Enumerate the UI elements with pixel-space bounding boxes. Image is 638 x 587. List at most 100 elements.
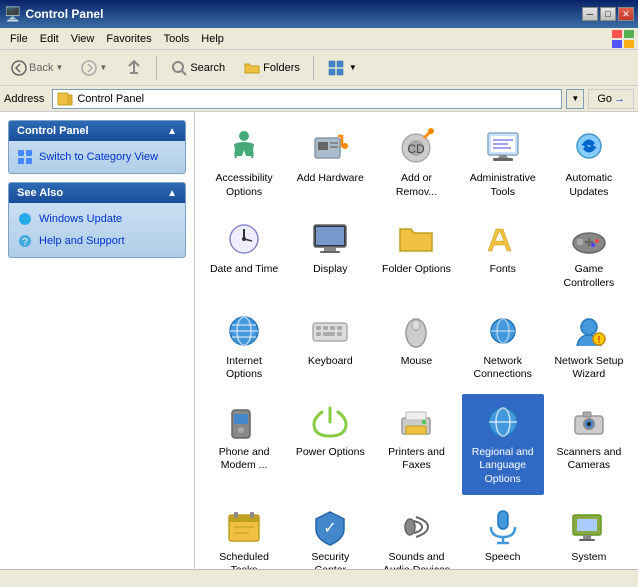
address-dropdown[interactable]: ▼ — [566, 89, 584, 109]
sidebar-section-title-cp: Control Panel — [17, 125, 89, 137]
mouse-icon — [396, 311, 436, 351]
icon-item-speech[interactable]: Speech — [462, 499, 544, 569]
address-value: Control Panel — [77, 93, 144, 105]
close-button[interactable]: ✕ — [618, 7, 634, 21]
search-label: Search — [190, 62, 225, 74]
game-controllers-label: Game Controllers — [554, 263, 624, 290]
game-controllers-icon — [569, 219, 609, 259]
go-arrow: → — [614, 93, 625, 105]
address-input[interactable]: Control Panel — [52, 89, 562, 109]
icon-item-accessibility[interactable]: Accessibility Options — [203, 120, 285, 207]
sidebar-section-control-panel: Control Panel ▲ Switch to Category View — [8, 120, 186, 174]
icon-item-sounds-audio[interactable]: Sounds and Audio Devices — [375, 499, 457, 569]
icon-item-scanners-cameras[interactable]: Scanners and Cameras — [548, 394, 630, 495]
speech-label: Speech — [485, 551, 521, 565]
admin-tools-icon — [483, 128, 523, 168]
sidebar-link-category-view[interactable]: Switch to Category View — [17, 147, 177, 167]
minimize-button[interactable]: ─ — [582, 7, 598, 21]
icon-item-printers-faxes[interactable]: Printers and Faxes — [375, 394, 457, 495]
search-button[interactable]: Search — [163, 54, 232, 82]
main-layout: Control Panel ▲ Switch to Category View — [0, 112, 638, 569]
icon-item-game-controllers[interactable]: Game Controllers — [548, 211, 630, 298]
sidebar-section-content-seealso: 🌐 Windows Update ? Help and Support — [9, 203, 185, 257]
icon-item-scheduled-tasks[interactable]: Scheduled Tasks — [203, 499, 285, 569]
keyboard-label: Keyboard — [308, 355, 353, 369]
admin-tools-label: Administrative Tools — [468, 172, 538, 199]
regional-lang-label: Regional and Language Options — [468, 446, 538, 487]
internet-options-icon — [224, 311, 264, 351]
window-title: Control Panel — [25, 7, 103, 21]
network-connections-label: Network Connections — [468, 355, 538, 382]
icon-item-add-hardware[interactable]: Add Hardware — [289, 120, 371, 207]
network-connections-icon — [483, 311, 523, 351]
keyboard-icon — [310, 311, 350, 351]
address-bar: Address Control Panel ▼ Go → — [0, 86, 638, 112]
icon-item-system[interactable]: System — [548, 499, 630, 569]
icon-item-power-options[interactable]: Power Options — [289, 394, 371, 495]
accessibility-label: Accessibility Options — [209, 172, 279, 199]
sidebar-link-category-view-label: Switch to Category View — [39, 151, 158, 163]
menu-view[interactable]: View — [65, 31, 101, 47]
add-remove-icon: CD — [396, 128, 436, 168]
sidebar-link-help-support[interactable]: ? Help and Support — [17, 231, 177, 251]
scanners-cameras-icon — [569, 402, 609, 442]
auto-updates-icon — [569, 128, 609, 168]
sidebar-section-header-seealso: See Also ▲ — [9, 183, 185, 203]
icon-item-add-remove[interactable]: CDAdd or Remov... — [375, 120, 457, 207]
icons-grid: Accessibility Options Add Hardware CDAdd o… — [203, 120, 630, 569]
sidebar-section-content-cp: Switch to Category View — [9, 141, 185, 173]
phone-modem-label: Phone and Modem ... — [209, 446, 279, 473]
mouse-label: Mouse — [401, 355, 433, 369]
view-button[interactable]: ▼ — [320, 54, 364, 82]
menu-file[interactable]: File — [4, 31, 34, 47]
up-button[interactable] — [118, 54, 150, 82]
accessibility-icon — [224, 128, 264, 168]
menu-favorites[interactable]: Favorites — [100, 31, 157, 47]
icon-item-date-time[interactable]: Date and Time — [203, 211, 285, 298]
go-button[interactable]: Go → — [588, 89, 634, 109]
icon-item-keyboard[interactable]: Keyboard — [289, 303, 371, 390]
security-center-icon: ✓ — [310, 507, 350, 547]
toolbar: Back ▼ ▼ Search Folders — [0, 50, 638, 86]
icon-item-network-setup[interactable]: ! Network Setup Wizard — [548, 303, 630, 390]
folders-button[interactable]: Folders — [236, 54, 307, 82]
back-chevron: ▼ — [55, 63, 63, 72]
forward-button[interactable]: ▼ — [74, 54, 114, 82]
toolbar-separator — [156, 56, 157, 80]
title-bar: 🖥️ Control Panel ─ □ ✕ — [0, 0, 638, 28]
icon-item-mouse[interactable]: Mouse — [375, 303, 457, 390]
icon-item-regional-lang[interactable]: Regional and Language Options — [462, 394, 544, 495]
menu-edit[interactable]: Edit — [34, 31, 65, 47]
icon-item-phone-modem[interactable]: Phone and Modem ... — [203, 394, 285, 495]
folder-options-label: Folder Options — [382, 263, 451, 277]
add-hardware-label: Add Hardware — [297, 172, 364, 186]
icon-item-internet-options[interactable]: Internet Options — [203, 303, 285, 390]
status-bar — [0, 569, 638, 587]
icon-item-network-connections[interactable]: Network Connections — [462, 303, 544, 390]
phone-modem-icon — [224, 402, 264, 442]
sidebar-link-hs-label: Help and Support — [39, 235, 125, 247]
menu-help[interactable]: Help — [195, 31, 230, 47]
maximize-button[interactable]: □ — [600, 7, 616, 21]
sidebar-chevron-seealso: ▲ — [167, 188, 177, 199]
icon-item-security-center[interactable]: ✓Security Center — [289, 499, 371, 569]
icon-item-display[interactable]: Display — [289, 211, 371, 298]
sidebar-section-title-seealso: See Also — [17, 187, 63, 199]
sidebar-link-wu-label: Windows Update — [39, 213, 122, 225]
icons-area: Accessibility Options Add Hardware CDAdd o… — [195, 112, 638, 569]
window-icon: 🖥️ — [4, 6, 21, 23]
icon-item-auto-updates[interactable]: Automatic Updates — [548, 120, 630, 207]
system-label: System — [571, 551, 606, 565]
svg-text:!: ! — [597, 335, 600, 346]
sounds-audio-icon — [396, 507, 436, 547]
icon-item-admin-tools[interactable]: Administrative Tools — [462, 120, 544, 207]
svg-text:✓: ✓ — [324, 520, 337, 537]
icon-item-fonts[interactable]: Fonts — [462, 211, 544, 298]
menu-tools[interactable]: Tools — [158, 31, 196, 47]
scheduled-tasks-icon — [224, 507, 264, 547]
network-setup-label: Network Setup Wizard — [554, 355, 624, 382]
icon-item-folder-options[interactable]: Folder Options — [375, 211, 457, 298]
fonts-icon — [483, 219, 523, 259]
sidebar-link-windows-update[interactable]: 🌐 Windows Update — [17, 209, 177, 229]
back-button[interactable]: Back ▼ — [4, 54, 70, 82]
